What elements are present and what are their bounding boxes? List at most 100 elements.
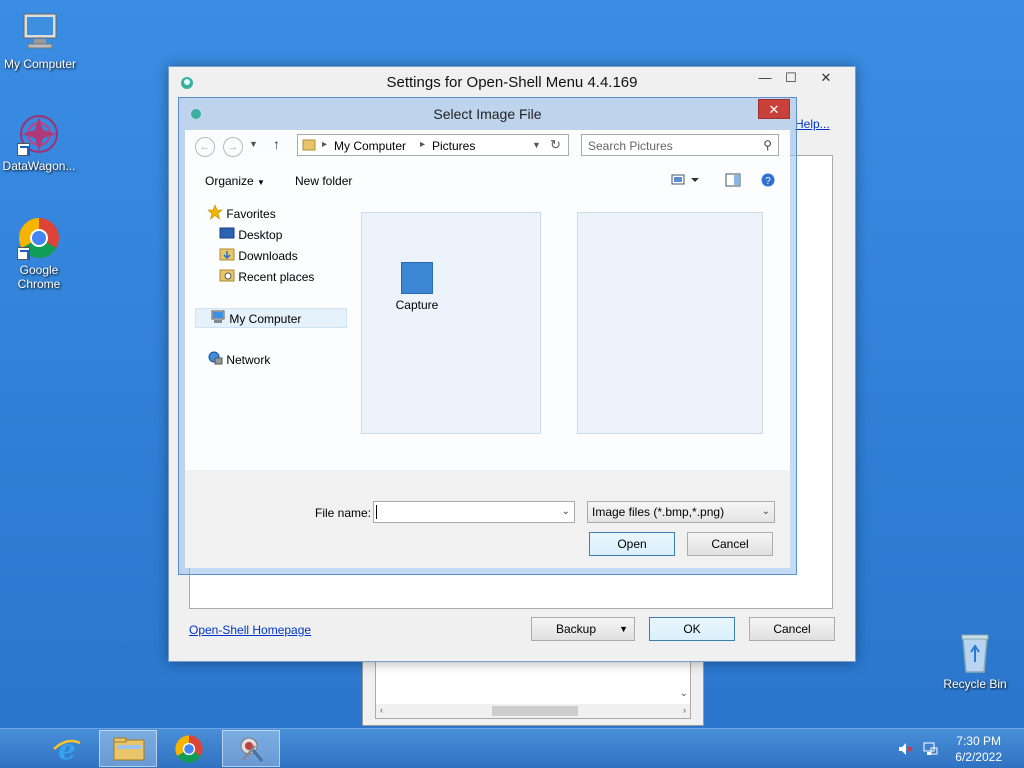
tree-item-network[interactable]: Network — [207, 350, 270, 370]
file-explorer-icon — [113, 737, 145, 764]
image-folder-icon — [401, 262, 433, 294]
volume-muted-icon[interactable] — [898, 741, 914, 760]
desktop-icon-label: DataWagon... — [2, 159, 76, 173]
shortcut-arrow-icon — [17, 143, 30, 156]
recent-locations-icon[interactable]: ▼ — [249, 139, 258, 149]
folder-location-icon — [302, 138, 316, 155]
backup-label: Backup — [556, 622, 597, 636]
breadcrumb-pictures[interactable]: Pictures — [432, 139, 475, 153]
file-type-select[interactable]: Image files (*.bmp,*.png) ⌄ — [587, 501, 775, 523]
folder-item-capture[interactable]: Capture — [387, 262, 447, 312]
organize-label: Organize — [205, 174, 254, 188]
file-name-label: File name: — [315, 506, 372, 520]
address-dropdown-icon[interactable]: ▼ — [532, 140, 541, 150]
computer-icon — [210, 310, 226, 330]
desktop: My Computer DataWagon... Google Chrome R… — [0, 0, 1024, 728]
view-options-icon[interactable] — [671, 173, 701, 190]
desktop-icon-datawagon[interactable]: DataWagon... — [0, 112, 79, 173]
navigation-tree: Favorites Desktop Downloads Recent place… — [193, 204, 353, 454]
search-input[interactable]: Search Pictures — [588, 139, 673, 153]
downloads-folder-icon — [219, 247, 235, 267]
file-list[interactable]: Capture — [361, 204, 781, 474]
help-icon[interactable]: ? — [761, 173, 775, 190]
homepage-link[interactable]: Open-Shell Homepage — [189, 623, 311, 637]
dialog-title: Select Image File — [433, 106, 542, 122]
text-cursor — [376, 505, 377, 519]
address-bar[interactable]: ▸ My Computer ▸ Pictures ▼ ↻ — [297, 134, 569, 156]
tree-item-recent-places[interactable]: Recent places — [219, 267, 314, 287]
backup-button[interactable]: Backup ▼ — [531, 617, 635, 641]
navigation-bar: ← → ▼ ↑ ▸ My Computer ▸ Pictures ▼ ↻ Sea… — [185, 130, 790, 162]
desktop-icon-my-computer[interactable]: My Computer — [0, 10, 80, 71]
svg-text:?: ? — [765, 176, 771, 187]
maximize-button[interactable]: ☐ — [777, 67, 805, 89]
open-button[interactable]: Open — [589, 532, 675, 556]
taskbar-ie[interactable]: e — [38, 730, 96, 767]
preview-pane-icon[interactable] — [725, 173, 741, 190]
scroll-left-icon[interactable]: ‹ — [380, 705, 383, 715]
scroll-down-icon[interactable]: ⌄ — [680, 688, 688, 699]
chrome-icon — [17, 216, 61, 260]
desktop-icon-chrome[interactable]: Google Chrome — [0, 216, 79, 291]
minimize-button[interactable]: — — [751, 67, 779, 89]
clock-date: 6/2/2022 — [955, 750, 1002, 764]
organize-button[interactable]: Organize ▼ — [205, 174, 265, 188]
network-status-icon[interactable] — [922, 741, 938, 760]
forward-icon[interactable]: → — [223, 137, 243, 157]
taskbar-chrome[interactable] — [160, 730, 218, 767]
tree-item-my-computer[interactable]: My Computer — [195, 308, 347, 328]
tree-item-favorites[interactable]: Favorites — [207, 204, 276, 224]
dropdown-arrow-icon[interactable]: ⌄ — [562, 502, 570, 522]
file-type-value: Image files (*.bmp,*.png) — [592, 505, 725, 519]
help-link[interactable]: Help... — [795, 117, 830, 131]
new-folder-button[interactable]: New folder — [295, 174, 352, 188]
clock-time: 7:30 PM — [956, 734, 1001, 748]
breadcrumb-separator-icon: ▸ — [322, 139, 328, 150]
ok-button[interactable]: OK — [649, 617, 735, 641]
settings-tools-icon — [237, 736, 265, 767]
tree-item-desktop[interactable]: Desktop — [219, 225, 282, 245]
chrome-icon — [174, 734, 204, 767]
network-icon — [207, 351, 223, 371]
tree-item-label: Downloads — [238, 249, 298, 263]
desktop-icon-label: Recycle Bin — [943, 677, 1007, 691]
horizontal-scrollbar[interactable]: ‹ › — [376, 704, 690, 718]
refresh-icon[interactable]: ↻ — [550, 137, 561, 153]
tree-item-label: Recent places — [238, 270, 315, 284]
internet-explorer-icon: e — [52, 733, 82, 766]
datawagon-icon — [17, 112, 61, 156]
search-box[interactable]: Search Pictures ⚲ — [581, 134, 779, 156]
system-clock[interactable]: 7:30 PM 6/2/2022 — [955, 733, 1002, 765]
scrollbar-thumb[interactable] — [492, 706, 578, 716]
desktop-icon-label: Google Chrome — [17, 263, 61, 291]
background-panel: ⌄ ‹ › — [362, 660, 704, 726]
taskbar-open-shell-settings[interactable] — [222, 730, 280, 767]
background-list: ⌄ ‹ › — [375, 661, 691, 719]
tree-item-downloads[interactable]: Downloads — [219, 246, 298, 266]
scroll-right-icon[interactable]: › — [683, 705, 686, 715]
desktop-icon-recycle-bin[interactable]: Recycle Bin — [934, 630, 1016, 691]
shortcut-arrow-icon — [17, 247, 30, 260]
dropdown-arrow-icon: ⌄ — [761, 506, 770, 517]
dialog-body: ← → ▼ ↑ ▸ My Computer ▸ Pictures ▼ ↻ Sea… — [185, 130, 790, 568]
ghost-thumbnail — [361, 212, 541, 434]
dialog-cancel-button[interactable]: Cancel — [687, 532, 773, 556]
search-icon[interactable]: ⚲ — [763, 138, 772, 152]
recent-places-icon — [219, 268, 235, 288]
close-button[interactable]: ✕ — [803, 67, 849, 89]
cancel-button[interactable]: Cancel — [749, 617, 835, 641]
back-icon[interactable]: ← — [195, 137, 215, 157]
dialog-close-button[interactable]: ✕ — [758, 99, 790, 119]
desktop-icon-label: My Computer — [3, 57, 77, 71]
tree-item-label: Favorites — [226, 207, 276, 222]
file-name-input[interactable]: ⌄ — [373, 501, 575, 523]
ghost-thumbnail — [577, 212, 763, 434]
breadcrumb-my-computer[interactable]: My Computer — [334, 139, 406, 153]
up-arrow-icon[interactable]: ↑ — [273, 136, 280, 152]
tree-item-label: Desktop — [238, 228, 283, 242]
taskbar-file-explorer[interactable] — [99, 730, 157, 767]
tree-item-label: My Computer — [229, 312, 302, 326]
computer-icon — [18, 10, 62, 54]
settings-titlebar[interactable]: Settings for Open-Shell Menu 4.4.169 — ☐… — [169, 67, 855, 97]
dropdown-arrow-icon: ▼ — [619, 624, 628, 634]
